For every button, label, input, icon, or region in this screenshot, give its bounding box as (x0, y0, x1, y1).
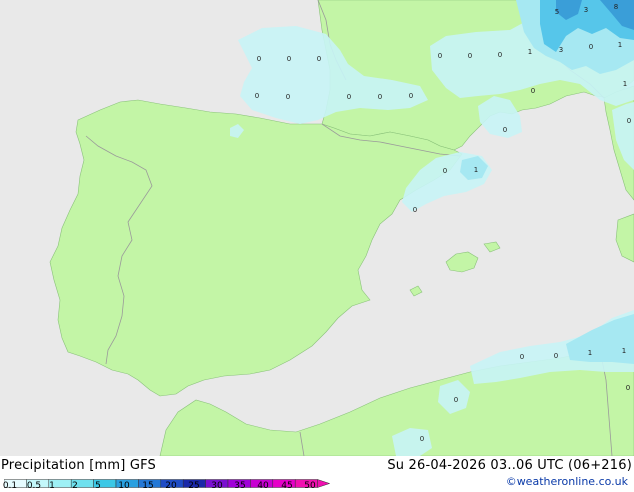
precip-value-label: 0 (255, 92, 259, 100)
precip-value-label: 1 (474, 166, 478, 174)
precip-value-label: 0 (454, 396, 458, 404)
precip-value-label: 0 (443, 167, 447, 175)
precip-value-label: 3 (584, 6, 588, 14)
precip-value-label: 0 (503, 126, 507, 134)
precip-value-label: 0 (520, 353, 524, 361)
precip-value-label: 0 (498, 51, 502, 59)
precip-value-label: 0 (420, 435, 424, 443)
credit-link[interactable]: ©weatheronline.co.uk (506, 475, 628, 488)
precip-value-label: 0 (347, 93, 351, 101)
precip-value-label: 0 (409, 92, 413, 100)
precip-value-label: 0 (286, 93, 290, 101)
precip-value-label: 1 (588, 349, 592, 357)
precip-value-label: 0 (589, 43, 593, 51)
precip-value-label: 0 (257, 55, 261, 63)
precip-value-label: 0 (626, 384, 630, 392)
precip-value-label: 5 (555, 8, 559, 16)
precip-value-label: 1 (528, 48, 532, 56)
precip-value-label: 1 (622, 347, 626, 355)
precip-value-label: 0 (317, 55, 321, 63)
model-name: GFS (129, 458, 156, 473)
precip-value-label: 3 (559, 46, 563, 54)
precip-value-label: 0 (378, 93, 382, 101)
precip-value-label: 0 (438, 52, 442, 60)
precip-value-label: 1 (618, 41, 622, 49)
precip-value-label: 0 (627, 117, 631, 125)
precip-value-label: 1 (623, 80, 627, 88)
precip-value-label: 0 (287, 55, 291, 63)
precip-value-label: 8 (614, 3, 618, 11)
precip-value-label: 0 (531, 87, 535, 95)
map-title: Precipitation [mm] GFS (1, 458, 156, 473)
product-name: Precipitation [mm] (1, 458, 126, 473)
precip-value-label: 0 (413, 206, 417, 214)
valid-time: Su 26-04-2026 03..06 UTC (06+216) (387, 458, 632, 473)
map-canvas: 0 0 0 0 0 0 0 0 0 0 0 1 3 0 1 5 3 8 0 1 0 0 0 1 0 0 0 1 1 0 0 0 (0, 0, 634, 456)
precipitation-map: 0 0 0 0 0 0 0 0 0 0 0 1 3 0 1 5 3 8 0 1 0 0 0 1 0 0 0 1 1 0 0 0 (0, 0, 634, 490)
precip-value-label: 0 (468, 52, 472, 60)
precip-value-label: 0 (554, 352, 558, 360)
